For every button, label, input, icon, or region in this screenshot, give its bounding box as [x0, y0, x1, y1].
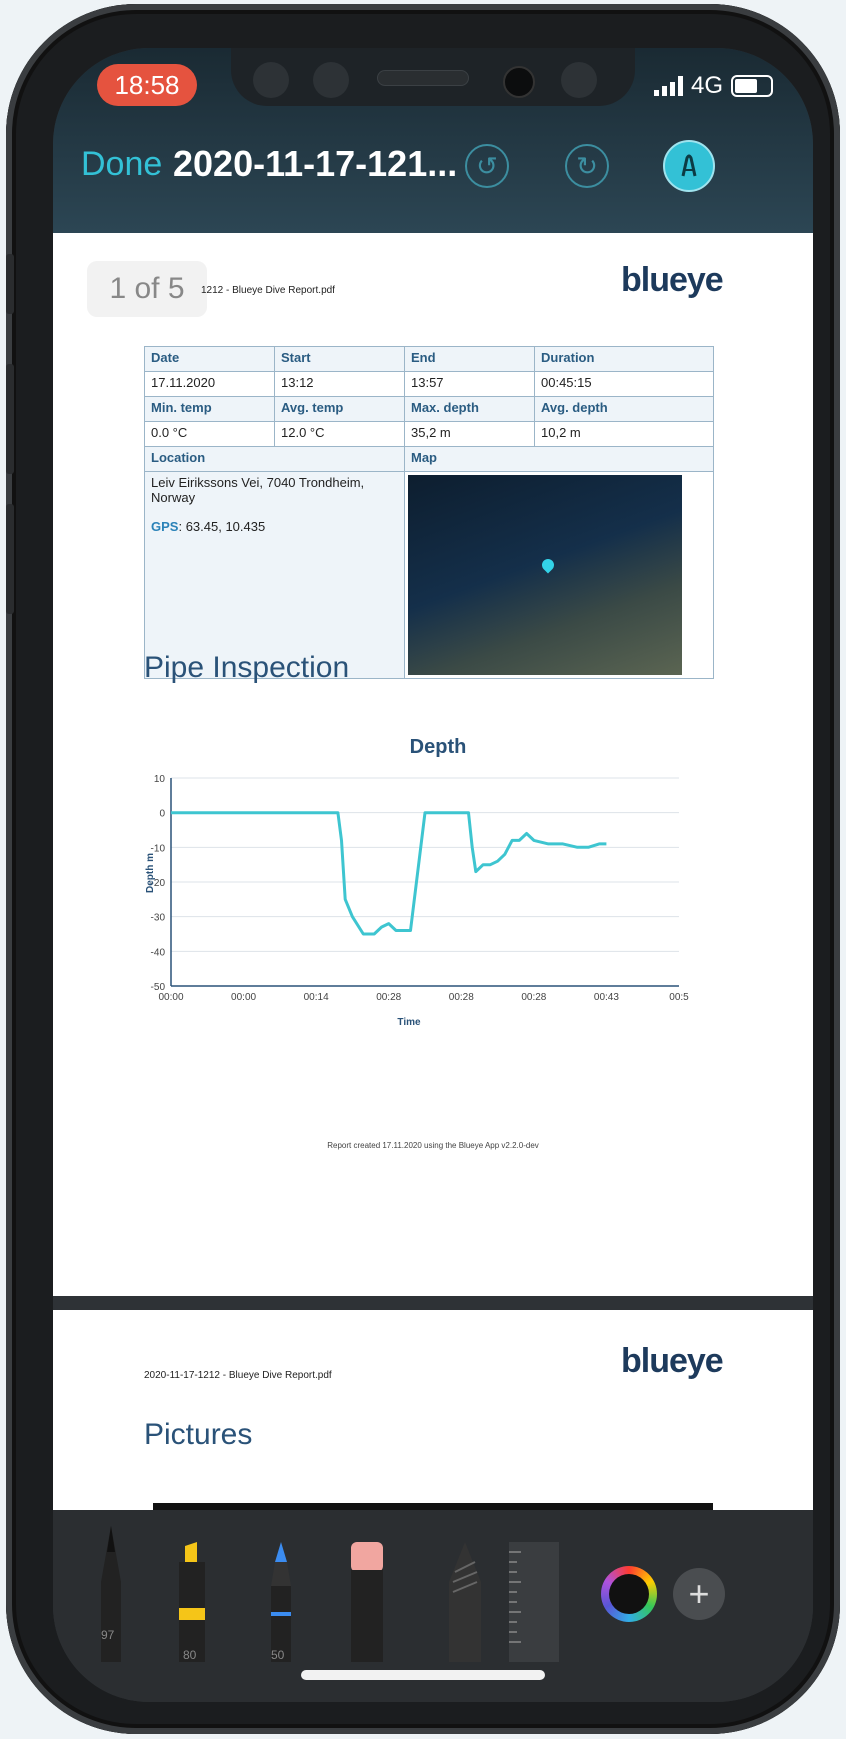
- page2-filename: 2020-11-17-1212 - Blueye Dive Report.pdf: [144, 1370, 332, 1381]
- blueye-logo-page2: blueye: [621, 1342, 724, 1380]
- x-tick-label: 00:14: [304, 992, 329, 1003]
- y-tick-label: -30: [151, 913, 166, 924]
- value-max-depth: 35,2 m: [404, 421, 535, 447]
- gps-line: GPS: 63.45, 10.435: [151, 519, 398, 534]
- screen: 18:58 4G Done 2020-11-17-121... ↺ ↻ 1 of…: [53, 48, 813, 1702]
- sensor-icon: [313, 62, 349, 98]
- header-map: Map: [404, 446, 714, 472]
- battery-icon: [731, 75, 773, 97]
- navigation-bar: 18:58 4G Done 2020-11-17-121... ↺ ↻: [53, 48, 813, 233]
- marker-tool-icon[interactable]: [171, 1542, 211, 1662]
- x-axis-label: Time: [397, 1017, 421, 1028]
- x-tick-label: 00:28: [449, 992, 474, 1003]
- header-end: End: [404, 346, 535, 372]
- value-avg-depth: 10,2 m: [534, 421, 714, 447]
- add-button[interactable]: +: [673, 1568, 725, 1620]
- blueye-logo: blueye: [621, 261, 724, 299]
- gps-label: GPS: [151, 519, 179, 534]
- y-axis-label: Depth m: [145, 853, 156, 893]
- pencil-width: 50: [271, 1648, 285, 1662]
- header-start: Start: [274, 346, 405, 372]
- y-tick-label: -10: [151, 843, 166, 854]
- section-title: Pipe Inspection: [144, 651, 350, 684]
- speaker-grille: [377, 70, 469, 86]
- x-tick-labels: 00:00 00:00 00:14 00:28 00:28 00:28 00:43 00:5: [158, 992, 689, 1003]
- location-pin-icon: [539, 556, 557, 574]
- page-filename: 1212 - Blueye Dive Report.pdf: [201, 285, 335, 296]
- done-button[interactable]: Done: [81, 145, 162, 184]
- pdf-page-1[interactable]: 1 of 5 1212 - Blueye Dive Report.pdf blu…: [53, 233, 813, 1296]
- value-end: 13:57: [404, 371, 535, 397]
- pdf-page-2[interactable]: 2020-11-17-1212 - Blueye Dive Report.pdf…: [53, 1310, 813, 1510]
- color-picker-icon[interactable]: [601, 1566, 657, 1622]
- dive-info-table: Date Start End Duration 17.11.2020 13:12…: [144, 346, 714, 679]
- sensor-icon: [253, 62, 289, 98]
- chart-grid: [170, 777, 679, 987]
- x-tick-label: 00:28: [521, 992, 546, 1003]
- map-cell: [404, 471, 714, 679]
- status-indicators: 4G: [653, 72, 773, 100]
- y-tick-label: -40: [151, 947, 166, 958]
- value-min-temp: 0.0 °C: [144, 421, 275, 447]
- home-indicator[interactable]: [301, 1670, 545, 1680]
- depth-series-line: [171, 811, 607, 936]
- volume-down-button: [6, 504, 14, 614]
- redo-icon[interactable]: ↻: [565, 144, 609, 188]
- sensor-icon: [561, 62, 597, 98]
- report-footer: Report created 17.11.2020 using the Blue…: [327, 1141, 539, 1150]
- chart-title: Depth: [410, 736, 467, 758]
- x-tick-label: 00:28: [376, 992, 401, 1003]
- gps-value: : 63.45, 10.435: [178, 519, 266, 534]
- network-type: 4G: [690, 72, 723, 99]
- location-address: Leiv Eirikssons Vei, 7040 Trondheim, Nor…: [151, 475, 365, 505]
- value-date: 17.11.2020: [144, 371, 275, 397]
- lasso-tool-icon[interactable]: [445, 1542, 485, 1662]
- picture-frame-top: [153, 1503, 713, 1510]
- ruler-tool-icon[interactable]: [509, 1542, 559, 1662]
- undo-icon[interactable]: ↺: [465, 144, 509, 188]
- value-duration: 00:45:15: [534, 371, 714, 397]
- x-tick-label: 00:00: [231, 992, 256, 1003]
- silent-switch: [6, 254, 14, 314]
- header-date: Date: [144, 346, 275, 372]
- pen-width: 97: [101, 1628, 115, 1642]
- page-indicator: 1 of 5: [87, 261, 207, 317]
- signal-icon: [653, 76, 683, 96]
- x-tick-label: 00:43: [594, 992, 619, 1003]
- y-tick-label: 10: [154, 774, 166, 785]
- pencil-tool-icon[interactable]: [261, 1542, 301, 1662]
- header-avg-depth: Avg. depth: [534, 396, 714, 422]
- eraser-tool-icon[interactable]: [347, 1542, 387, 1662]
- marker-width: 80: [183, 1648, 197, 1662]
- value-avg-temp: 12.0 °C: [274, 421, 405, 447]
- phone-frame: 18:58 4G Done 2020-11-17-121... ↺ ↻ 1 of…: [6, 4, 840, 1734]
- notch: [231, 48, 635, 106]
- status-time: 18:58: [97, 64, 197, 106]
- y-tick-label: 0: [159, 809, 165, 820]
- location-cell: Leiv Eirikssons Vei, 7040 Trondheim, Nor…: [144, 471, 405, 679]
- x-tick-label: 00:00: [158, 992, 183, 1003]
- volume-up-button: [6, 364, 14, 474]
- front-camera-icon: [503, 66, 535, 98]
- document-title: 2020-11-17-121...: [173, 143, 458, 184]
- header-min-temp: Min. temp: [144, 396, 275, 422]
- value-start: 13:12: [274, 371, 405, 397]
- markup-pen-icon[interactable]: [663, 140, 715, 192]
- map-image: [408, 475, 682, 675]
- depth-chart: Depth 100-10-20-30-40-50 00:00 00:00 00:14…: [145, 736, 689, 1028]
- header-avg-temp: Avg. temp: [274, 396, 405, 422]
- header-duration: Duration: [534, 346, 714, 372]
- page2-section-title: Pictures: [144, 1418, 253, 1451]
- header-location: Location: [144, 446, 405, 472]
- x-tick-label: 00:5: [669, 992, 689, 1003]
- header-max-depth: Max. depth: [404, 396, 535, 422]
